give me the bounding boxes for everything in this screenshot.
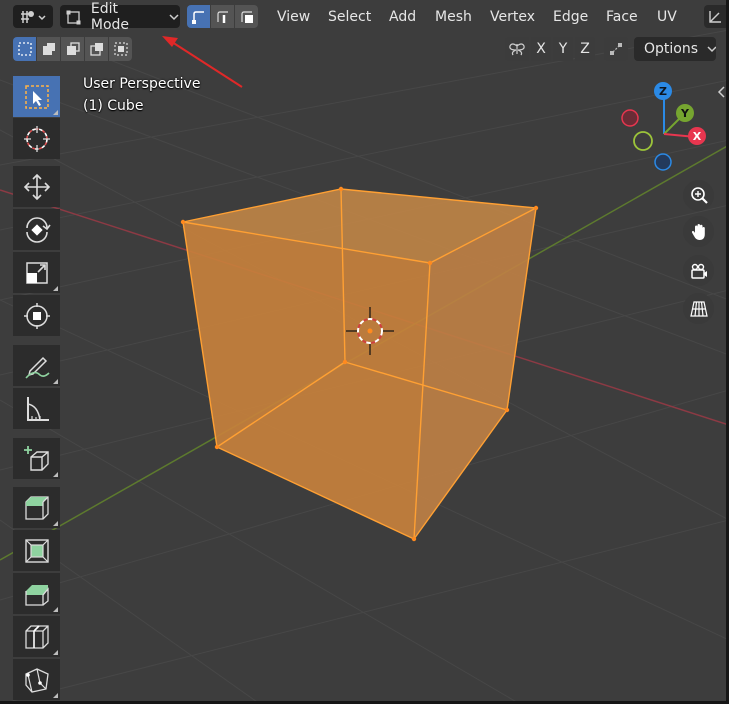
select-mode-intersect[interactable] (109, 37, 132, 61)
grid-perspective-icon (689, 300, 708, 317)
face-select-mode[interactable] (235, 5, 258, 28)
tool-extrude-region[interactable] (13, 487, 60, 528)
tool-measure[interactable] (13, 388, 60, 429)
transform-orientation-icon (709, 10, 721, 23)
menu-mesh[interactable]: Mesh (433, 6, 474, 28)
gizmo-y-label: Y (680, 107, 690, 120)
face-select-icon (240, 10, 253, 23)
camera-view-button[interactable] (683, 255, 714, 286)
tool-bevel[interactable] (13, 573, 60, 614)
tool-loop-cut[interactable] (13, 616, 60, 657)
scale-icon (25, 261, 48, 284)
tool-submenu-indicator (53, 472, 58, 477)
mirror-butterfly-icon (509, 43, 525, 56)
select-mode-invert[interactable] (85, 37, 108, 61)
tool-move[interactable] (13, 166, 60, 207)
perspective-toggle-button[interactable] (683, 293, 714, 324)
menu-uv[interactable]: UV (655, 6, 679, 28)
tool-annotate[interactable] (13, 345, 60, 386)
measure-icon (26, 396, 49, 421)
select-extend-icon (42, 43, 55, 55)
menu-add[interactable]: Add (387, 6, 418, 28)
select-new-icon (17, 42, 32, 56)
tool-inset-faces[interactable] (13, 530, 60, 571)
object-name-label: (1) Cube (83, 98, 144, 114)
mode-dropdown[interactable]: Edit Mode (60, 1, 180, 33)
mirror-x-button[interactable]: X (531, 37, 551, 61)
tool-transform[interactable] (13, 295, 60, 336)
menu-select[interactable]: Select (326, 6, 373, 28)
vertex-select-mode[interactable] (187, 5, 210, 28)
zoom-in-icon (690, 186, 708, 204)
edge-select-icon (216, 10, 228, 23)
tool-select-box[interactable] (13, 76, 60, 117)
mirror-toggle[interactable] (505, 37, 529, 61)
rotate-icon (25, 216, 51, 243)
transform-icon (23, 302, 50, 329)
blender-3d-viewport-window: Z Y X Edit Mode View Select Add Mesh Ver… (0, 0, 729, 704)
tool-submenu-indicator (53, 693, 58, 698)
tool-scale[interactable] (13, 252, 60, 293)
cursor-icon (23, 125, 50, 152)
bevel-icon (24, 584, 49, 606)
tool-add-cube[interactable] (13, 438, 60, 479)
loop-cut-icon (24, 624, 49, 649)
inset-faces-icon (24, 538, 49, 563)
edge-select-mode[interactable] (211, 5, 234, 28)
auto-merge-icon (610, 43, 622, 55)
editor-type-button[interactable] (13, 5, 53, 28)
sidebar-toggle[interactable] (715, 84, 727, 100)
camera-icon (690, 263, 707, 279)
menu-face[interactable]: Face (604, 6, 640, 28)
select-mode-subtract[interactable] (61, 37, 84, 61)
tool-submenu-indicator (53, 521, 58, 526)
tool-submenu-indicator (53, 110, 58, 115)
chevron-down-icon (707, 46, 716, 53)
viewport-header: Edit Mode View Select Add Mesh Vertex Ed… (0, 0, 729, 36)
options-dropdown[interactable]: Options (634, 37, 716, 61)
gizmo-z-label: Z (659, 85, 667, 98)
editor-type-icon (21, 10, 46, 23)
select-mode-extend[interactable] (37, 37, 60, 61)
mirror-z-button[interactable]: Z (575, 37, 595, 61)
gizmo-x-label: X (693, 130, 702, 143)
chevron-left-icon (717, 86, 725, 98)
vertex-select-icon (191, 10, 204, 24)
tool-submenu-indicator (53, 607, 58, 612)
pan-view-button[interactable] (683, 216, 714, 247)
view-name-label: User Perspective (83, 76, 201, 92)
transform-orientation-button[interactable] (704, 5, 726, 28)
select-subtract-icon (66, 42, 80, 55)
move-icon (23, 173, 50, 200)
annotate-icon (24, 356, 50, 379)
add-cube-icon (23, 445, 49, 471)
tool-cursor[interactable] (13, 118, 60, 159)
tool-knife[interactable] (13, 659, 60, 700)
menu-view[interactable]: View (275, 6, 312, 28)
extrude-region-icon (24, 495, 49, 520)
mode-label: Edit Mode (90, 0, 130, 33)
options-label: Options (644, 41, 699, 57)
auto-merge-toggle[interactable] (604, 37, 628, 61)
knife-icon (24, 667, 49, 693)
tool-submenu-indicator (53, 286, 58, 291)
menu-edge[interactable]: Edge (551, 6, 590, 28)
tool-rotate[interactable] (13, 209, 60, 250)
tool-submenu-indicator (53, 379, 58, 384)
hand-icon (691, 223, 705, 240)
edit-mode-icon (66, 10, 81, 24)
select-mode-new[interactable] (13, 37, 36, 61)
tool-submenu-indicator (53, 650, 58, 655)
zoom-view-button[interactable] (683, 180, 714, 211)
chevron-down-icon (169, 13, 179, 20)
select-box-icon (24, 84, 49, 109)
mirror-y-button[interactable]: Y (553, 37, 573, 61)
menu-vertex[interactable]: Vertex (488, 6, 537, 28)
select-intersect-icon (113, 42, 128, 56)
select-invert-icon (89, 43, 103, 56)
